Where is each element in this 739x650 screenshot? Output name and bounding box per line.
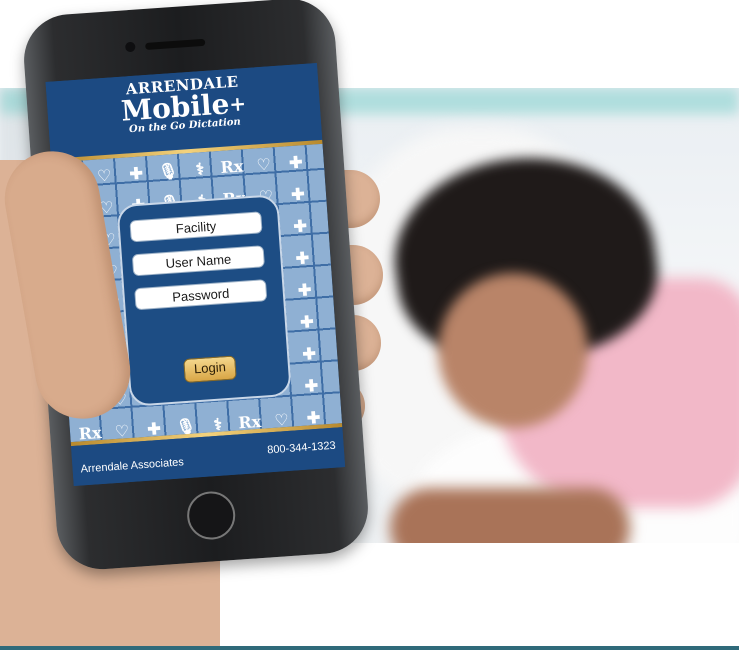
cross-icon: ✚ xyxy=(288,151,304,172)
password-field[interactable]: Password xyxy=(134,279,268,311)
login-button[interactable]: Login xyxy=(183,355,237,384)
cross-icon: ✚ xyxy=(295,247,310,268)
plus-icon: + xyxy=(228,91,247,117)
cross-icon: ✚ xyxy=(301,343,317,364)
cross-icon: ✚ xyxy=(292,215,308,236)
facility-field[interactable]: Facility xyxy=(129,211,263,243)
child-arm xyxy=(390,488,630,543)
microphone-icon: 🎙 xyxy=(157,160,179,181)
login-card: Facility User Name Password Login xyxy=(116,194,293,407)
cross-icon: ✚ xyxy=(303,375,319,396)
bottom-border xyxy=(0,646,739,650)
cross-icon: ✚ xyxy=(290,183,306,204)
caduceus-icon: ⚕ xyxy=(194,158,205,179)
phone-number[interactable]: 800-344-1323 xyxy=(267,440,336,457)
cross-icon: ✚ xyxy=(299,311,315,332)
company-name: Arrendale Associates xyxy=(80,456,185,476)
cross-icon: ✚ xyxy=(297,279,312,300)
heart-icon: ♡ xyxy=(255,154,272,174)
cross-icon: ✚ xyxy=(128,162,144,183)
username-field[interactable]: User Name xyxy=(131,245,265,277)
app-logo: ARRENDALE Mobile+ On the Go Dictation xyxy=(46,67,321,141)
child-face xyxy=(438,273,588,428)
rx-icon: Rx xyxy=(219,155,244,177)
